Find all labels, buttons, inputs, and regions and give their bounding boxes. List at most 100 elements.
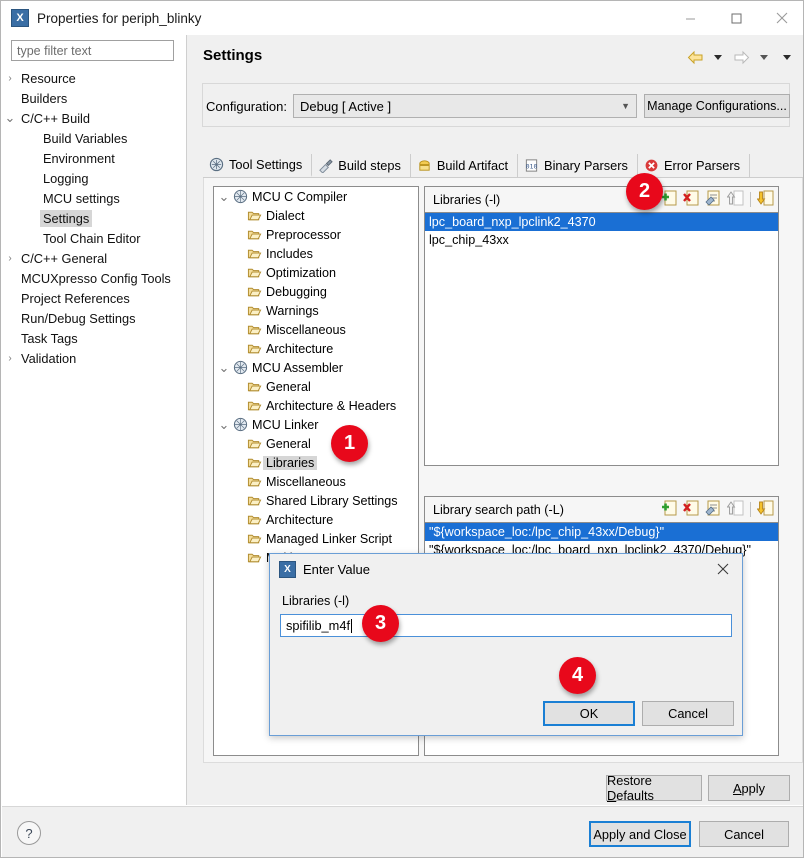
move-down-icon[interactable]	[757, 190, 774, 209]
error-parsers-icon	[644, 158, 659, 173]
sidebar-item-resource[interactable]: ›Resource	[2, 68, 185, 88]
manage-configurations-button[interactable]: Manage Configurations...	[644, 94, 790, 118]
tab-label: Build Artifact	[437, 158, 508, 173]
sidebar-item-c-c-general[interactable]: ›C/C++ General	[2, 248, 185, 268]
configuration-dropdown[interactable]: Debug [ Active ] ▼	[293, 94, 637, 118]
chevron-down-icon[interactable]: ⌄	[216, 192, 232, 201]
sidebar: type filter text ›ResourceBuilders⌄C/C++…	[2, 35, 185, 805]
sidebar-item-mcu-settings[interactable]: MCU settings	[2, 188, 185, 208]
tool-tree-item-miscellaneous[interactable]: Miscellaneous	[214, 320, 418, 339]
tool-tree-item-shared-library-settings[interactable]: Shared Library Settings	[214, 491, 418, 510]
close-icon[interactable]	[759, 1, 804, 35]
tool-tree-label: Shared Library Settings	[263, 494, 401, 508]
edit-icon[interactable]	[705, 500, 722, 519]
tool-tree-item-miscellaneous[interactable]: Miscellaneous	[214, 472, 418, 491]
tool-tree-label: General	[263, 437, 314, 451]
list-item[interactable]: "${workspace_loc:/lpc_chip_43xx/Debug}"	[425, 523, 778, 541]
view-menu-chevron-down-icon[interactable]	[777, 47, 797, 67]
tool-tree-item-mcu-c-compiler[interactable]: ⌄MCU C Compiler	[214, 187, 418, 206]
apply-button[interactable]: Apply	[708, 775, 790, 801]
restore-defaults-button[interactable]: Restore Defaults	[606, 775, 702, 801]
move-down-icon[interactable]	[757, 500, 774, 519]
tool-tree-label: MCU Assembler	[249, 361, 346, 375]
chevron-right-icon[interactable]: ›	[2, 353, 18, 364]
tool-tree-item-libraries[interactable]: Libraries	[214, 453, 418, 472]
chevron-down-icon[interactable]: ⌄	[2, 113, 18, 123]
chevron-down-icon[interactable]: ⌄	[216, 363, 232, 372]
sidebar-item-mcuxpresso-config-tools[interactable]: MCUXpresso Config Tools	[2, 268, 185, 288]
tool-tree-item-preprocessor[interactable]: Preprocessor	[214, 225, 418, 244]
dialog-cancel-button[interactable]: Cancel	[642, 701, 734, 726]
sidebar-item-run-debug-settings[interactable]: Run/Debug Settings	[2, 308, 185, 328]
apply-label: Apply	[733, 781, 765, 796]
forward-dropdown-chevron-down-icon[interactable]	[754, 47, 774, 67]
tool-tree-item-debugging[interactable]: Debugging	[214, 282, 418, 301]
tab-label: Binary Parsers	[544, 158, 628, 173]
move-up-icon[interactable]	[727, 500, 744, 519]
list-item[interactable]: lpc_chip_43xx	[425, 231, 778, 249]
maximize-icon[interactable]	[713, 1, 759, 35]
tool-tree-item-architecture[interactable]: Architecture	[214, 339, 418, 358]
apply-and-close-button[interactable]: Apply and Close	[589, 821, 691, 847]
sidebar-item-build-variables[interactable]: Build Variables	[2, 128, 185, 148]
dialog-value-input[interactable]: spifilib_m4f	[280, 614, 732, 637]
chevron-down-icon[interactable]: ⌄	[216, 420, 232, 429]
tool-tree-item-architecture-headers[interactable]: Architecture & Headers	[214, 396, 418, 415]
dialog-ok-button[interactable]: OK	[543, 701, 635, 726]
sidebar-item-project-references[interactable]: Project References	[2, 288, 185, 308]
sidebar-item-builders[interactable]: Builders	[2, 88, 185, 108]
sidebar-item-settings[interactable]: Settings	[2, 208, 185, 228]
tab-error-parsers[interactable]: Error Parsers	[638, 154, 750, 177]
folder-icon	[246, 341, 263, 356]
minimize-icon[interactable]	[667, 1, 713, 35]
tool-tree-item-optimization[interactable]: Optimization	[214, 263, 418, 282]
tool-tree-label: Managed Linker Script	[263, 532, 395, 546]
tool-tree-item-general[interactable]: General	[214, 377, 418, 396]
sidebar-item-validation[interactable]: ›Validation	[2, 348, 185, 368]
search-path-group-title: Library search path (-L)	[433, 503, 564, 517]
back-dropdown-chevron-down-icon[interactable]	[708, 47, 728, 67]
dialog-close-icon[interactable]	[712, 558, 734, 580]
tool-tree-label: Miscellaneous	[263, 323, 349, 337]
move-up-icon[interactable]	[727, 190, 744, 209]
sidebar-item-label: Resource	[18, 70, 79, 87]
back-arrow-icon[interactable]	[685, 47, 705, 67]
forward-arrow-icon[interactable]	[731, 47, 751, 67]
delete-icon[interactable]	[683, 500, 700, 519]
callout-badge-2: 2	[626, 173, 663, 210]
configuration-label: Configuration:	[206, 99, 287, 114]
tool-tree-label: Libraries	[263, 456, 317, 470]
chevron-right-icon[interactable]: ›	[2, 253, 18, 264]
edit-icon[interactable]	[705, 190, 722, 209]
tool-tree-item-dialect[interactable]: Dialect	[214, 206, 418, 225]
configuration-value: Debug [ Active ]	[300, 99, 391, 114]
filter-input[interactable]: type filter text	[11, 40, 174, 61]
tool-tree-item-mcu-assembler[interactable]: ⌄ MCU Assembler	[214, 358, 418, 377]
sidebar-item-task-tags[interactable]: Task Tags	[2, 328, 185, 348]
tool-tree-item-includes[interactable]: Includes	[214, 244, 418, 263]
sidebar-item-c-c-build[interactable]: ⌄C/C++ Build	[2, 108, 185, 128]
tab-build-artifact[interactable]: Build Artifact	[411, 154, 518, 177]
add-icon[interactable]	[661, 500, 678, 519]
sidebar-item-logging[interactable]: Logging	[2, 168, 185, 188]
help-icon[interactable]: ?	[17, 821, 41, 845]
tool-tree-item-mcu-linker[interactable]: ⌄MCU Linker	[214, 415, 418, 434]
callout-badge-4: 4	[559, 657, 596, 694]
cancel-button[interactable]: Cancel	[699, 821, 789, 847]
tab-build-steps[interactable]: Build steps	[312, 154, 411, 177]
libraries-group-title: Libraries (-l)	[433, 193, 500, 207]
tab-tool-settings[interactable]: Tool Settings	[203, 154, 312, 177]
restore-defaults-label: Restore Defaults	[607, 773, 701, 803]
delete-icon[interactable]	[683, 190, 700, 209]
tool-tree-item-architecture[interactable]: Architecture	[214, 510, 418, 529]
libraries-list[interactable]: lpc_board_nxp_lpclink2_4370lpc_chip_43xx	[425, 213, 778, 249]
chevron-right-icon[interactable]: ›	[2, 73, 18, 84]
tool-tree-item-general[interactable]: General	[214, 434, 418, 453]
list-item[interactable]: lpc_board_nxp_lpclink2_4370	[425, 213, 778, 231]
sidebar-item-tool-chain-editor[interactable]: Tool Chain Editor	[2, 228, 185, 248]
sidebar-item-environment[interactable]: Environment	[2, 148, 185, 168]
tool-tree-item-warnings[interactable]: Warnings	[214, 301, 418, 320]
tab-binary-parsers[interactable]: 010Binary Parsers	[518, 154, 638, 177]
tool-tree-item-managed-linker-script[interactable]: Managed Linker Script	[214, 529, 418, 548]
add-icon[interactable]	[661, 190, 678, 209]
